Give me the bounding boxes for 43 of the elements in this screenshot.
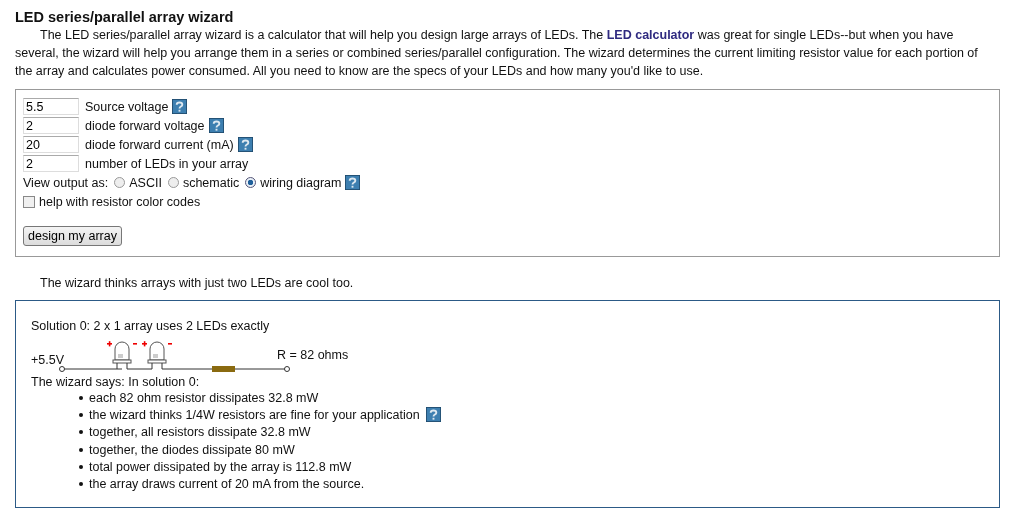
field-label: diode forward voltage <box>85 118 205 133</box>
bullet-icon <box>79 464 83 469</box>
bullet-icon <box>79 430 83 435</box>
checkbox[interactable] <box>23 195 35 208</box>
input-field[interactable]: 2 <box>23 155 79 172</box>
radio-label: schematic <box>182 175 240 190</box>
checkbox-label: help with resistor color codes <box>39 194 201 209</box>
bullet-icon <box>79 447 83 452</box>
solution-heading: Solution 0: 2 x 1 array uses 2 LEDs exactly <box>31 319 271 333</box>
design-button[interactable]: design my array <box>23 226 122 246</box>
result-text: together, the diodes dissipate 80 mW <box>89 442 295 457</box>
help-icon[interactable] <box>172 99 188 114</box>
radio-button[interactable] <box>245 177 257 188</box>
output-label: View output as: <box>23 175 109 190</box>
input-field[interactable]: 2 <box>23 117 79 134</box>
page-title: LED series/parallel array wizard <box>15 8 235 26</box>
field-label: diode forward current (mA) <box>85 137 234 152</box>
bullet-icon <box>79 395 83 400</box>
voltage-label: +5.5V <box>31 353 64 367</box>
bullet-icon <box>79 412 83 417</box>
input-field[interactable]: 5.5 <box>23 98 79 115</box>
intro-paragraph: The LED series/parallel array wizard is a calculator that will help you design large arrays of LEDs. The LED calculator was great for single LEDs--but when you have several, the wizard will help you arrange them in a series or combined series/parallel configuration. The wizard determines the current limiting resistor value for each portion of the array and calculates power consumed. All you need to know are the specs of your LEDs and how many you'd like to use. <box>15 27 979 80</box>
field-label: Source voltage <box>85 99 169 114</box>
radio-button[interactable] <box>114 177 126 188</box>
result-text: the array draws current of 20 mA from the source. <box>89 477 365 492</box>
radio-label: ASCII <box>129 175 162 190</box>
result-text: together, all resistors dissipate 32.8 mW <box>89 425 311 440</box>
result-text: total power dissipated by the array is 112.8 mW <box>89 459 352 474</box>
result-text: the wizard thinks 1/4W resistors are fine for your application <box>89 407 420 422</box>
radio-button[interactable] <box>167 177 179 188</box>
help-icon[interactable] <box>208 118 224 133</box>
help-icon[interactable] <box>237 137 253 152</box>
help-icon[interactable] <box>425 407 441 423</box>
help-icon[interactable] <box>345 175 361 190</box>
wizard-summary: The wizard says: In solution 0: <box>31 375 201 389</box>
result-text: each 82 ohm resistor dissipates 32.8 mW <box>89 390 319 405</box>
note-text: The wizard thinks arrays with just two LEDs are cool too. <box>40 275 355 292</box>
resistance-label: R = 82 ohms <box>277 348 349 364</box>
calculator-link[interactable]: LED calculator <box>606 28 695 42</box>
field-label: number of LEDs in your array <box>85 156 249 171</box>
bullet-icon <box>79 482 83 487</box>
input-field[interactable]: 20 <box>23 136 79 153</box>
radio-label: wiring diagram <box>260 175 342 190</box>
